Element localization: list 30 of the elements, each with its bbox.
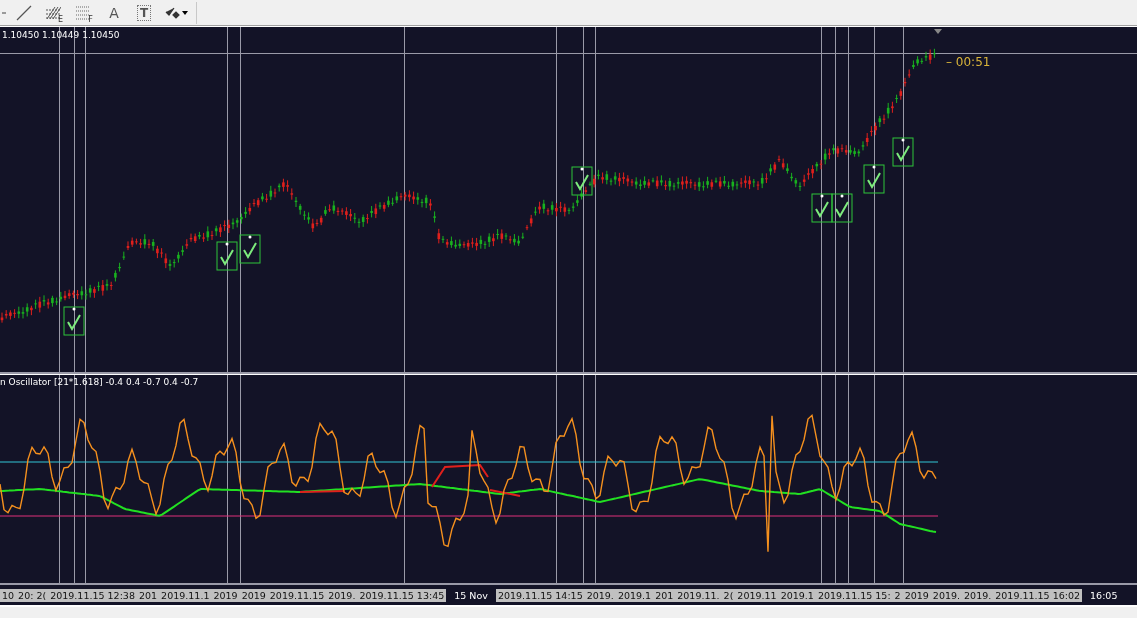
time-label: 2019. (930, 588, 963, 602)
time-label: 2019.11 (735, 588, 779, 602)
time-label: 10 (0, 588, 17, 602)
time-label: 2019.11.15 14:15 (495, 588, 585, 602)
fibonacci-tool[interactable]: E (42, 1, 66, 24)
time-label: 2019.1 (778, 588, 816, 602)
time-label: 2019.11.15 15: (815, 588, 893, 602)
time-label: 2019.11. (675, 588, 722, 602)
time-label: 2019. (962, 588, 994, 602)
time-label: 2019 (239, 588, 268, 602)
time-label: 201 (136, 588, 160, 602)
time-label: 2019.11.15 (267, 588, 327, 602)
time-label: 2019 (902, 588, 931, 602)
time-label: 2 (892, 588, 903, 602)
time-label: 2019.11.1 (159, 588, 212, 602)
time-label: 20: 2( (16, 588, 49, 602)
candle-timer: – 00:51 (946, 55, 991, 69)
text-tool[interactable]: A (102, 1, 126, 24)
time-label: 2019.11.15 13:45 (357, 588, 447, 602)
time-label: 2019 (211, 588, 240, 602)
time-label: 2019.1 (615, 588, 654, 602)
time-label: 201 (653, 588, 676, 602)
time-label: 2019. (326, 588, 358, 602)
time-label: 15 Nov (453, 588, 489, 602)
text-label-tool[interactable]: T (132, 1, 156, 24)
channel-tool[interactable]: F (72, 1, 96, 24)
time-label: 2019.11.15 16:02 (993, 588, 1083, 602)
time-label: 16:05 (1089, 588, 1119, 602)
time-label: 2019. (584, 588, 616, 602)
time-label: 2019.11.15 12:38 (48, 588, 137, 602)
